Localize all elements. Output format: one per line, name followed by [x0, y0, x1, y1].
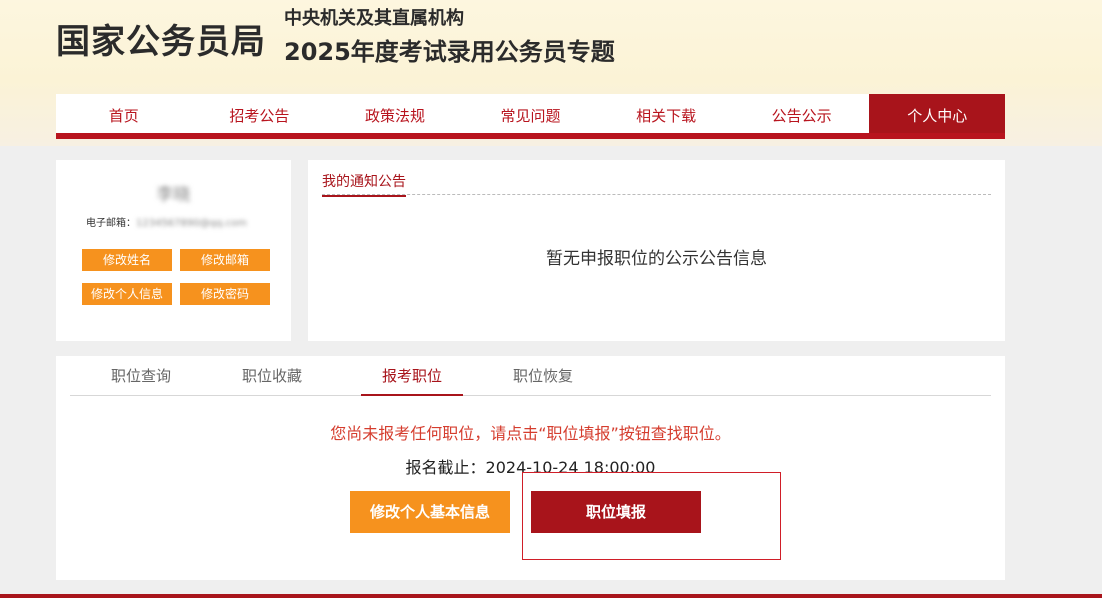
nav-item-downloads[interactable]: 相关下载: [598, 94, 734, 133]
nav-item-faq[interactable]: 常见问题: [463, 94, 599, 133]
email-row: 电子邮箱：1234567890@qq.com: [86, 214, 247, 229]
annotation-highlight-box: [522, 472, 781, 560]
edit-email-button[interactable]: 修改邮箱: [180, 249, 270, 271]
profile-card: 李晓 电子邮箱：1234567890@qq.com 修改姓名 修改邮箱 修改个人…: [56, 160, 291, 341]
main-nav: 首页 招考公告 政策法规 常见问题 相关下载 公告公示 个人中心: [56, 94, 1006, 139]
nav-item-home[interactable]: 首页: [56, 94, 192, 133]
tab-applied-positions[interactable]: 报考职位: [361, 356, 463, 396]
notice-card: 我的通知公告 暂无申报职位的公示公告信息: [308, 160, 1005, 341]
header-subtitle: 中央机关及其直属机构: [284, 8, 464, 29]
edit-personal-info-button[interactable]: 修改个人信息: [82, 283, 172, 305]
tab-position-favorites[interactable]: 职位收藏: [221, 356, 323, 396]
header-title: 2025年度考试录用公务员专题: [284, 38, 615, 66]
notice-divider: [322, 194, 991, 195]
edit-password-button[interactable]: 修改密码: [180, 283, 270, 305]
nav-item-policies[interactable]: 政策法规: [327, 94, 463, 133]
notice-empty-message: 暂无申报职位的公示公告信息: [546, 249, 767, 269]
email-value: 1234567890@qq.com: [136, 218, 247, 229]
email-label: 电子邮箱：: [86, 218, 136, 229]
edit-basic-info-button[interactable]: 修改个人基本信息: [350, 491, 510, 533]
no-application-warning: 您尚未报考任何职位，请点击“职位填报”按钮查找职位。: [330, 424, 731, 443]
site-logo[interactable]: 国家公务员局: [56, 14, 266, 63]
nav-item-announcements[interactable]: 招考公告: [192, 94, 328, 133]
tab-bar: 职位查询 职位收藏 报考职位 职位恢复: [70, 356, 991, 396]
user-name: 李晓: [156, 185, 191, 205]
footer-bar: [0, 594, 1102, 598]
edit-name-button[interactable]: 修改姓名: [82, 249, 172, 271]
nav-item-public-notices[interactable]: 公告公示: [734, 94, 870, 133]
tab-position-restore[interactable]: 职位恢复: [492, 356, 594, 396]
nav-item-personal-center[interactable]: 个人中心: [869, 94, 1006, 133]
tab-position-search[interactable]: 职位查询: [90, 356, 192, 396]
